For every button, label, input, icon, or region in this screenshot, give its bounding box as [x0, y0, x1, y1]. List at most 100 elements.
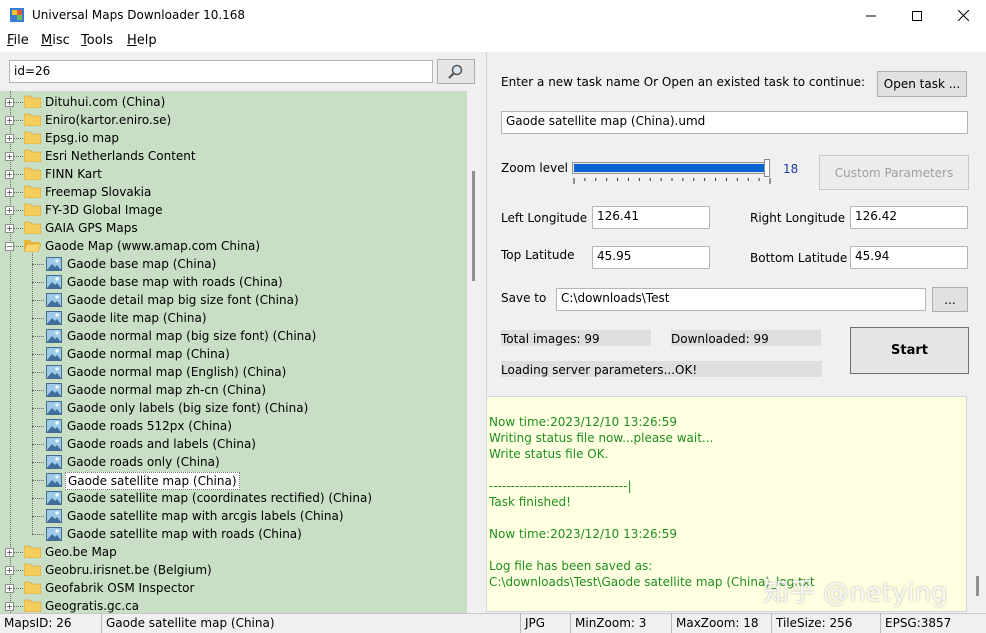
- search-input[interactable]: id=26: [9, 60, 433, 83]
- tree-folder[interactable]: − Gaode Map (www.amap.com China): [0, 237, 467, 255]
- expand-icon[interactable]: +: [5, 206, 14, 215]
- expand-icon[interactable]: +: [5, 602, 14, 611]
- folder-icon: [24, 167, 41, 180]
- left-longitude-input[interactable]: 126.41: [592, 206, 710, 229]
- custom-parameters-button[interactable]: Custom Parameters: [819, 155, 969, 190]
- downloaded-count: Downloaded: 99: [671, 330, 821, 346]
- tree-folder[interactable]: + Geogratis.gc.ca: [0, 597, 467, 613]
- menu-help[interactable]: Help: [127, 33, 157, 48]
- tree-item-label: Geofabrik OSM Inspector: [45, 581, 195, 595]
- map-image-icon: [46, 437, 62, 451]
- scroll-thumb[interactable]: [976, 576, 979, 596]
- expand-icon[interactable]: +: [5, 566, 14, 575]
- scroll-thumb[interactable]: [472, 171, 475, 281]
- log-line: Now time:2023/12/10 13:26:59: [489, 527, 677, 541]
- tree-item-label: Gaode base map with roads (China): [67, 275, 283, 289]
- map-image-icon: [46, 509, 62, 523]
- tree-folder[interactable]: + FY-3D Global Image: [0, 201, 467, 219]
- tree-map-item[interactable]: Gaode roads 512px (China): [0, 417, 467, 435]
- tree-connector: [14, 228, 23, 229]
- tree-map-item[interactable]: Gaode roads only (China): [0, 453, 467, 471]
- folder-icon: [24, 599, 41, 612]
- maximize-icon: [912, 10, 922, 21]
- status-bar: MapsID: 26 Gaode satellite map (China) J…: [0, 613, 986, 633]
- tree-item-label: Gaode satellite map (China): [65, 472, 240, 490]
- map-tree[interactable]: + Dituhui.com (China) + Eniro(kartor.eniro.…: [0, 91, 467, 613]
- tree-item-label: Geo.be Map: [45, 545, 117, 559]
- menu-tools[interactable]: Tools: [81, 33, 113, 48]
- close-button[interactable]: [940, 0, 986, 31]
- expand-icon[interactable]: +: [5, 548, 14, 557]
- folder-icon: [24, 221, 41, 234]
- status-map-name: Gaode satellite map (China): [102, 614, 521, 633]
- right-longitude-input[interactable]: 126.42: [850, 206, 968, 229]
- maximize-button[interactable]: [894, 0, 940, 31]
- save-path-input[interactable]: C:\downloads\Test: [556, 288, 926, 311]
- tree-folder[interactable]: + Geofabrik OSM Inspector: [0, 579, 467, 597]
- menu-file[interactable]: File: [7, 33, 29, 48]
- collapse-icon[interactable]: −: [5, 242, 14, 251]
- map-image-icon: [46, 473, 62, 487]
- tree-map-item[interactable]: Gaode roads and labels (China): [0, 435, 467, 453]
- tree-folder[interactable]: + GAIA GPS Maps: [0, 219, 467, 237]
- zoom-thumb[interactable]: [764, 159, 770, 177]
- tree-folder[interactable]: + Freemap Slovakia: [0, 183, 467, 201]
- tree-connector: [32, 408, 44, 409]
- map-image-icon: [46, 257, 62, 271]
- tree-map-item[interactable]: Gaode detail map big size font (China): [0, 291, 467, 309]
- status-mapsid: MapsID: 26: [0, 614, 102, 633]
- tree-map-item[interactable]: Gaode base map with roads (China): [0, 273, 467, 291]
- tree-folder[interactable]: + Epsg.io map: [0, 129, 467, 147]
- expand-icon[interactable]: +: [5, 224, 14, 233]
- tree-folder[interactable]: + Dituhui.com (China): [0, 93, 467, 111]
- tree-map-item[interactable]: Gaode satellite map with arcgis labels (…: [0, 507, 467, 525]
- expand-icon[interactable]: +: [5, 170, 14, 179]
- map-image-icon: [46, 419, 62, 433]
- tree-scrollbar[interactable]: [467, 91, 481, 613]
- bottom-latitude-input[interactable]: 45.94: [850, 246, 968, 269]
- expand-icon[interactable]: +: [5, 134, 14, 143]
- total-images: Total images: 99: [501, 330, 651, 346]
- expand-icon[interactable]: +: [5, 152, 14, 161]
- start-button[interactable]: Start: [850, 327, 969, 374]
- open-task-button[interactable]: Open task ...: [877, 71, 967, 97]
- tree-map-item[interactable]: Gaode normal map (China): [0, 345, 467, 363]
- task-name-input[interactable]: Gaode satellite map (China).umd: [501, 111, 968, 134]
- tree-map-item[interactable]: Gaode satellite map (coordinates rectifi…: [0, 489, 467, 507]
- tree-item-label: Gaode satellite map with arcgis labels (…: [67, 509, 344, 523]
- tree-item-label: Gaode lite map (China): [67, 311, 207, 325]
- folder-icon: [24, 149, 41, 162]
- minimize-button[interactable]: [848, 0, 894, 31]
- expand-icon[interactable]: +: [5, 98, 14, 107]
- tree-folder[interactable]: + Eniro(kartor.eniro.se): [0, 111, 467, 129]
- tree-connector: [32, 444, 44, 445]
- tree-map-item[interactable]: Gaode normal map zh-cn (China): [0, 381, 467, 399]
- expand-icon[interactable]: +: [5, 188, 14, 197]
- tree-folder[interactable]: + Geobru.irisnet.be (Belgium): [0, 561, 467, 579]
- left-longitude-label: Left Longitude: [501, 211, 588, 225]
- tree-map-item[interactable]: Gaode satellite map (China): [0, 471, 467, 490]
- tree-folder[interactable]: + Esri Netherlands Content: [0, 147, 467, 165]
- browse-button[interactable]: ...: [932, 287, 968, 312]
- tree-map-item[interactable]: Gaode satellite map with roads (China): [0, 525, 467, 543]
- tree-map-item[interactable]: Gaode normal map (English) (China): [0, 363, 467, 381]
- tree-connector: [32, 516, 44, 517]
- search-button[interactable]: [437, 59, 475, 84]
- tree-map-item[interactable]: Gaode normal map (big size font) (China): [0, 327, 467, 345]
- log-scrollbar[interactable]: [968, 396, 986, 612]
- tree-map-item[interactable]: Gaode base map (China): [0, 255, 467, 273]
- expand-icon[interactable]: +: [5, 584, 14, 593]
- save-to-label: Save to: [501, 291, 547, 305]
- tree-folder[interactable]: + Geo.be Map: [0, 543, 467, 561]
- tree-map-item[interactable]: Gaode only labels (big size font) (China…: [0, 399, 467, 417]
- tree-connector: [14, 102, 23, 103]
- tree-folder[interactable]: + FINN Kart: [0, 165, 467, 183]
- menu-misc[interactable]: Misc: [41, 33, 70, 48]
- top-latitude-input[interactable]: 45.95: [592, 246, 710, 269]
- map-image-icon: [46, 455, 62, 469]
- tree-map-item[interactable]: Gaode lite map (China): [0, 309, 467, 327]
- expand-icon[interactable]: +: [5, 116, 14, 125]
- right-longitude-label: Right Longitude: [750, 211, 846, 225]
- tree-item-label: Epsg.io map: [45, 131, 120, 145]
- zoom-slider[interactable]: [572, 162, 770, 174]
